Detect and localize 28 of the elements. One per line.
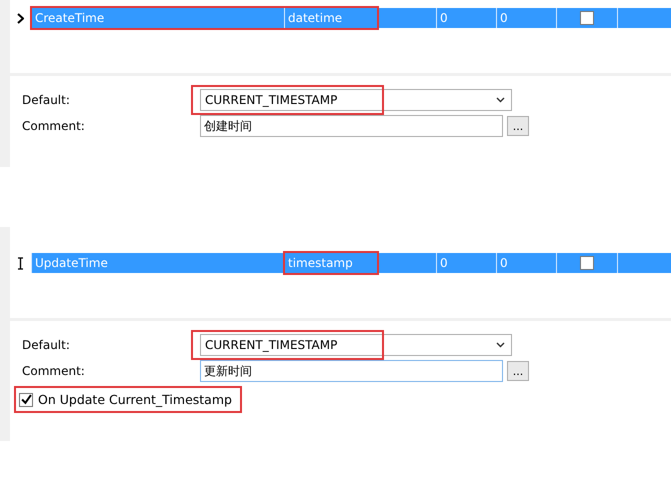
- field-decimals[interactable]: 0: [500, 256, 508, 270]
- comment-field[interactable]: 创建时间: [200, 115, 503, 137]
- on-update-checkbox[interactable]: On Update Current_Timestamp: [14, 386, 242, 413]
- row-pointer-icon: [17, 12, 24, 24]
- comment-label: Comment:: [22, 119, 86, 133]
- field-type[interactable]: datetime: [288, 11, 342, 25]
- comment-field[interactable]: 更新时间: [200, 360, 503, 382]
- field-length[interactable]: 0: [440, 11, 448, 25]
- default-dropdown[interactable]: CURRENT_TIMESTAMP: [200, 334, 512, 356]
- field-length[interactable]: 0: [440, 256, 448, 270]
- field-type[interactable]: timestamp: [288, 256, 353, 270]
- default-dropdown[interactable]: CURRENT_TIMESTAMP: [200, 89, 512, 111]
- ellipsis-button[interactable]: ...: [507, 116, 529, 136]
- ellipsis-button[interactable]: ...: [507, 361, 529, 381]
- default-label: Default:: [22, 93, 71, 107]
- not-null-checkbox[interactable]: [580, 256, 594, 270]
- table-row[interactable]: UpdateTime timestamp 0 0: [10, 253, 671, 273]
- comment-label: Comment:: [22, 364, 86, 378]
- chevron-down-icon: [496, 342, 505, 348]
- text-cursor-icon: [17, 256, 24, 270]
- table-row[interactable]: CreateTime datetime 0 0: [10, 8, 671, 28]
- checkmark-icon: [20, 394, 32, 405]
- field-name[interactable]: UpdateTime: [35, 256, 108, 270]
- field-name[interactable]: CreateTime: [35, 11, 104, 25]
- field-decimals[interactable]: 0: [500, 11, 508, 25]
- not-null-checkbox[interactable]: [580, 11, 594, 25]
- default-label: Default:: [22, 338, 71, 352]
- chevron-down-icon: [496, 97, 505, 103]
